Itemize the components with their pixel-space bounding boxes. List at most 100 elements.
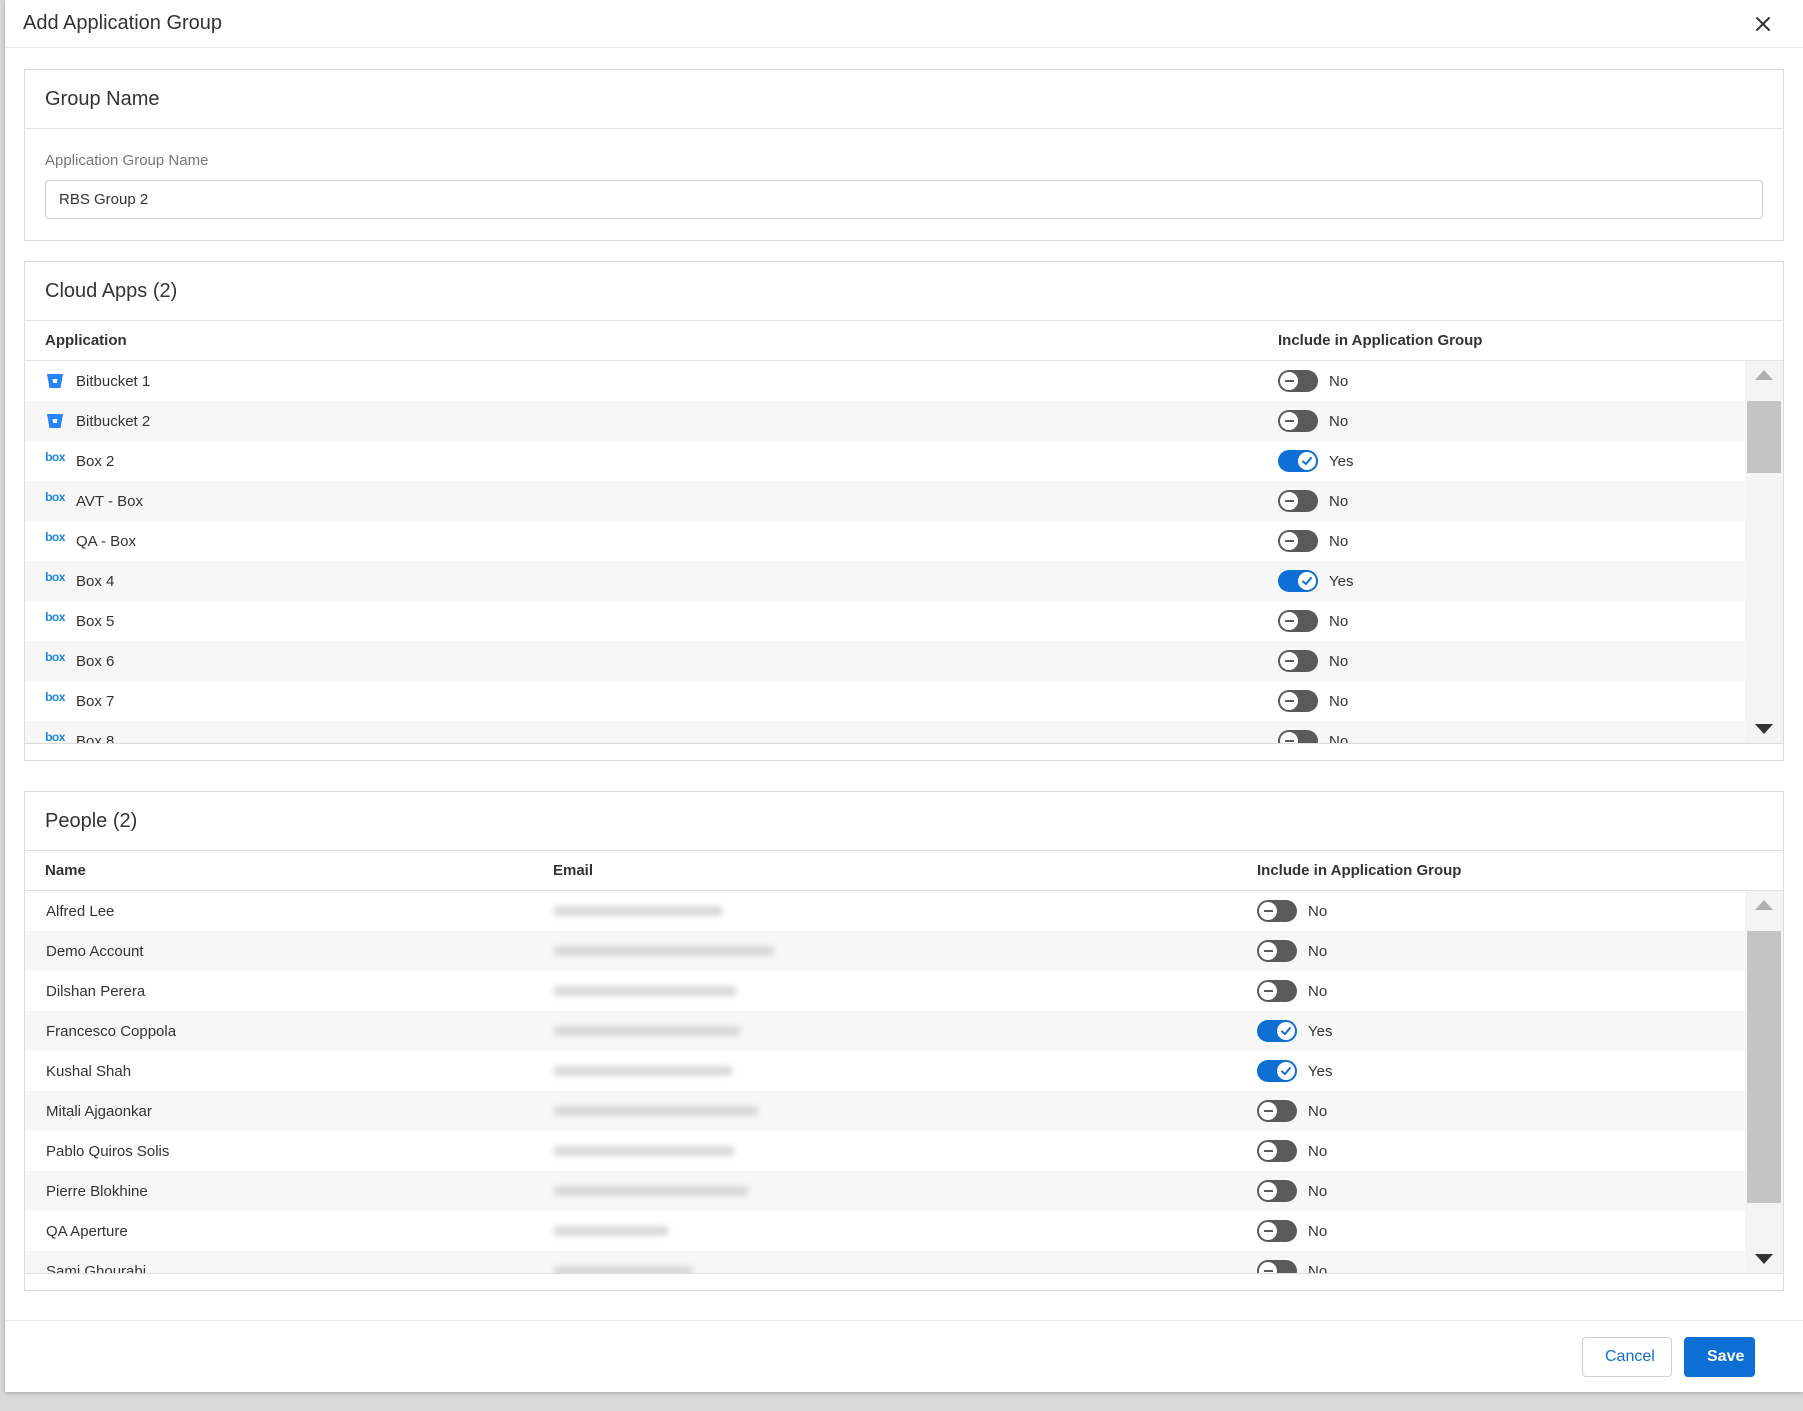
include-toggle-cell: No xyxy=(1278,610,1348,632)
scroll-down-button[interactable] xyxy=(1745,1245,1783,1273)
box-icon: box xyxy=(45,730,65,743)
box-icon: box xyxy=(45,450,65,471)
include-toggle-cell: No xyxy=(1257,1220,1327,1242)
include-status-label: No xyxy=(1329,492,1349,510)
save-button[interactable]: Save xyxy=(1684,1336,1755,1377)
include-toggle[interactable] xyxy=(1257,1020,1297,1042)
include-status-label: Yes xyxy=(1329,452,1354,470)
include-toggle[interactable] xyxy=(1278,370,1318,392)
scrollbar-thumb[interactable] xyxy=(1747,931,1781,1203)
people-heading: People (2) xyxy=(25,792,1783,851)
application-name: Box 2 xyxy=(76,452,115,470)
table-row: box Box 2 Yes xyxy=(25,441,1783,481)
include-status-label: No xyxy=(1329,652,1349,670)
include-toggle[interactable] xyxy=(1257,1140,1297,1162)
application-name: Box 5 xyxy=(76,612,115,630)
box-icon: box xyxy=(45,530,65,551)
include-toggle-cell: No xyxy=(1257,900,1327,922)
table-row: Francesco Coppola Yes xyxy=(25,1011,1783,1051)
email-cell xyxy=(553,983,1257,1000)
cloud-apps-scrollbar[interactable] xyxy=(1745,361,1783,743)
include-toggle[interactable] xyxy=(1278,450,1318,472)
include-toggle-cell: No xyxy=(1278,650,1348,672)
application-name: QA - Box xyxy=(76,532,137,550)
toggle-knob xyxy=(1280,492,1298,510)
toggle-knob xyxy=(1259,1222,1277,1240)
include-status-label: No xyxy=(1308,1142,1328,1160)
table-row: Mitali Ajgaonkar No xyxy=(25,1091,1783,1131)
scroll-up-button[interactable] xyxy=(1745,891,1783,919)
email-cell xyxy=(553,1023,1257,1040)
include-toggle[interactable] xyxy=(1257,1220,1297,1242)
scrollbar-thumb[interactable] xyxy=(1747,401,1781,473)
include-toggle[interactable] xyxy=(1278,410,1318,432)
include-toggle[interactable] xyxy=(1257,940,1297,962)
include-status-label: No xyxy=(1329,612,1349,630)
cloud-apps-section: Cloud Apps (2) Application Include in Ap… xyxy=(24,261,1784,761)
column-email: Email xyxy=(553,862,594,879)
cloud-apps-table-header: Application Include in Application Group xyxy=(25,321,1783,361)
table-row: box Box 8 No xyxy=(25,721,1783,744)
include-toggle[interactable] xyxy=(1257,1180,1297,1202)
table-row: Alfred Lee No xyxy=(25,891,1783,931)
application-cell: box Box 7 xyxy=(25,690,1278,711)
toggle-knob xyxy=(1277,1062,1295,1080)
box-icon: box xyxy=(45,570,65,591)
table-row: Pablo Quiros Solis No xyxy=(25,1131,1783,1171)
include-toggle[interactable] xyxy=(1278,730,1318,743)
include-status-label: Yes xyxy=(1308,1022,1333,1040)
toggle-knob xyxy=(1280,612,1298,630)
person-name: Mitali Ajgaonkar xyxy=(46,1102,152,1120)
redacted-email xyxy=(553,1105,759,1116)
include-toggle[interactable] xyxy=(1278,650,1318,672)
include-toggle[interactable] xyxy=(1278,530,1318,552)
triangle-down-icon xyxy=(1755,1254,1773,1264)
toggle-knob xyxy=(1280,652,1298,670)
triangle-up-icon xyxy=(1755,900,1773,910)
include-toggle[interactable] xyxy=(1257,1060,1297,1082)
include-status-label: No xyxy=(1329,732,1349,744)
box-logo-text: box xyxy=(45,450,65,464)
box-logo-text: box xyxy=(45,690,65,704)
include-status-label: No xyxy=(1329,692,1349,710)
toggle-knob xyxy=(1280,412,1298,430)
toggle-knob xyxy=(1259,1262,1277,1273)
include-toggle-cell: No xyxy=(1278,490,1348,512)
cloud-apps-table: Application Include in Application Group… xyxy=(25,321,1783,744)
person-name: Kushal Shah xyxy=(46,1062,132,1080)
redacted-email xyxy=(553,1225,669,1236)
scroll-down-button[interactable] xyxy=(1745,715,1783,743)
cancel-button[interactable]: Cancel xyxy=(1582,1336,1672,1377)
close-button[interactable] xyxy=(1749,10,1777,38)
triangle-up-icon xyxy=(1755,370,1773,380)
scroll-up-button[interactable] xyxy=(1745,361,1783,389)
include-toggle[interactable] xyxy=(1278,570,1318,592)
include-status-label: No xyxy=(1308,1102,1328,1120)
include-toggle-cell: No xyxy=(1278,410,1348,432)
include-toggle[interactable] xyxy=(1257,1100,1297,1122)
application-cell: box Box 2 xyxy=(25,450,1278,471)
cloud-apps-heading: Cloud Apps (2) xyxy=(25,262,1783,321)
include-toggle-cell: Yes xyxy=(1257,1060,1332,1082)
application-cell: box Box 6 xyxy=(25,650,1278,671)
table-row: box Box 7 No xyxy=(25,681,1783,721)
person-name: QA Aperture xyxy=(46,1222,128,1240)
include-toggle[interactable] xyxy=(1257,980,1297,1002)
include-toggle[interactable] xyxy=(1278,490,1318,512)
redacted-email xyxy=(553,985,737,996)
redacted-email xyxy=(553,1145,735,1156)
include-toggle[interactable] xyxy=(1278,690,1318,712)
table-row: Sami Ghourabi No xyxy=(25,1251,1783,1273)
application-group-name-input[interactable] xyxy=(45,180,1763,219)
include-toggle[interactable] xyxy=(1257,900,1297,922)
people-section: People (2) Name Email Include in Applica… xyxy=(24,791,1784,1291)
include-toggle[interactable] xyxy=(1257,1260,1297,1273)
toggle-knob xyxy=(1259,1182,1277,1200)
cloud-apps-table-body: Bitbucket 1 No Bitbucket 2 No box Box 2 Yes box… xyxy=(25,361,1783,744)
include-toggle[interactable] xyxy=(1278,610,1318,632)
include-status-label: No xyxy=(1308,1222,1328,1240)
column-include: Include in Application Group xyxy=(1257,862,1462,879)
people-scrollbar[interactable] xyxy=(1745,891,1783,1273)
email-cell xyxy=(553,1063,1257,1080)
application-cell: box QA - Box xyxy=(25,530,1278,551)
